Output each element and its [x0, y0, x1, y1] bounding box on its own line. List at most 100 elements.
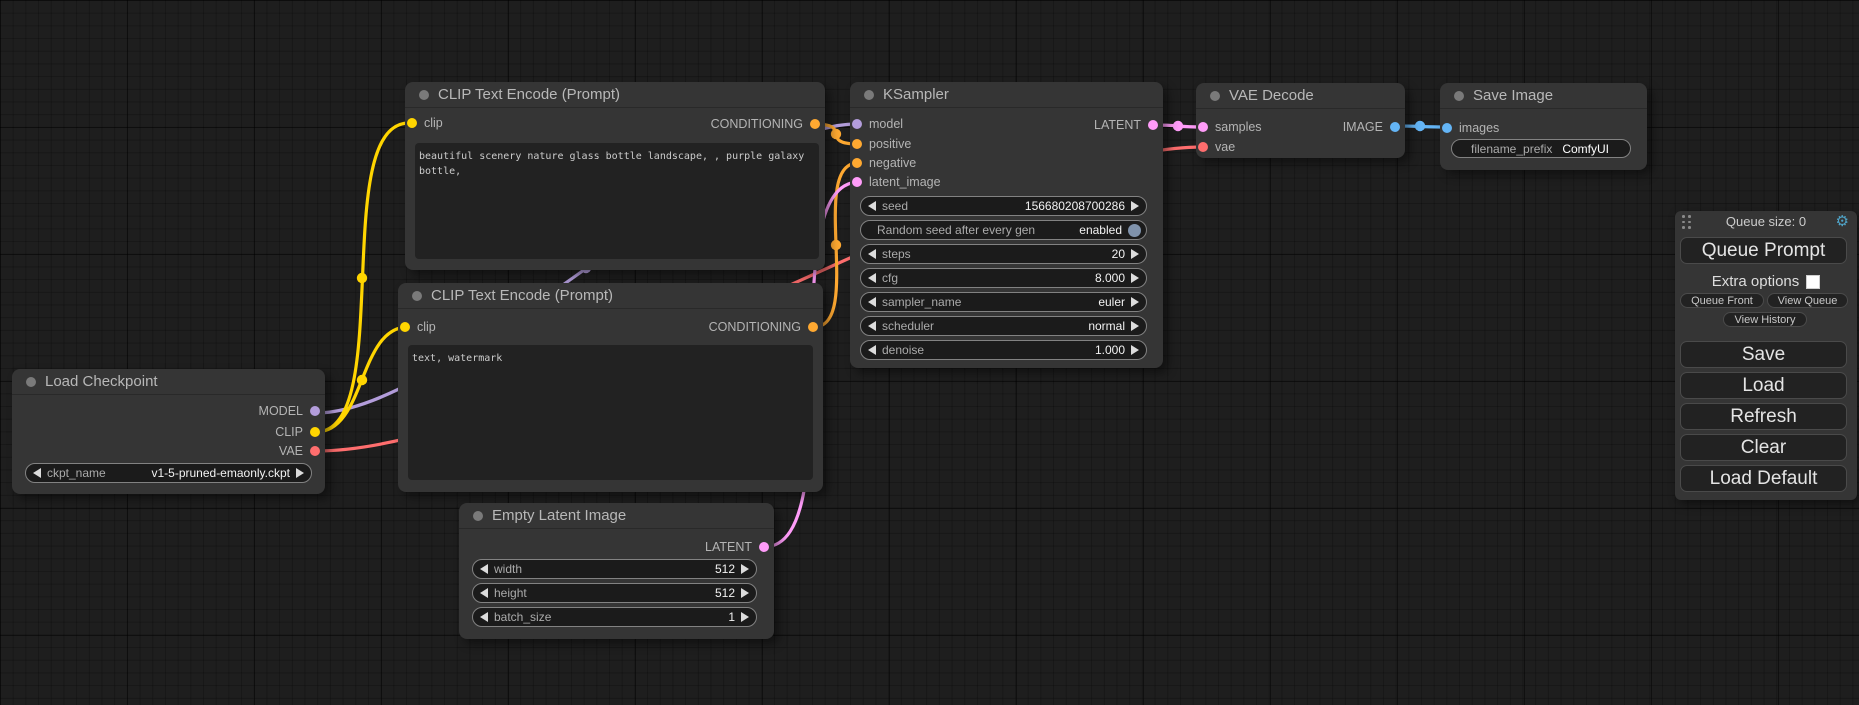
node-vae-decode-header[interactable]: VAE Decode	[1196, 83, 1405, 109]
prev-value-icon[interactable]	[480, 564, 488, 574]
node-vae-decode: VAE Decode samples vae IMAGE	[1196, 83, 1405, 158]
collapse-dot[interactable]	[864, 90, 874, 100]
widget-value: 156680208700286	[1025, 199, 1125, 213]
prev-value-icon[interactable]	[868, 273, 876, 283]
denoise-widget[interactable]: denoise 1.000	[860, 340, 1147, 360]
next-value-icon[interactable]	[741, 564, 749, 574]
load-default-button[interactable]: Load Default	[1680, 465, 1847, 492]
collapse-dot[interactable]	[412, 291, 422, 301]
input-clip: clip	[407, 117, 443, 129]
next-value-icon[interactable]	[1131, 201, 1139, 211]
queue-front-button[interactable]: Queue Front	[1680, 293, 1764, 308]
node-clip-text-encode-negative: CLIP Text Encode (Prompt) clip CONDITION…	[398, 283, 823, 492]
next-value-icon[interactable]	[741, 588, 749, 598]
toggle-icon[interactable]	[1128, 224, 1141, 237]
collapse-dot[interactable]	[1210, 91, 1220, 101]
input-positive-dot[interactable]	[852, 139, 862, 149]
link-dot-cond-negative[interactable]	[831, 240, 841, 250]
collapse-dot[interactable]	[1454, 91, 1464, 101]
input-latent-image: latent_image	[852, 176, 941, 188]
next-value-icon[interactable]	[1131, 249, 1139, 259]
node-empty-latent-header[interactable]: Empty Latent Image	[459, 503, 774, 529]
next-value-icon[interactable]	[296, 468, 304, 478]
negative-prompt-text[interactable]: text, watermark	[408, 345, 813, 480]
prev-value-icon[interactable]	[868, 201, 876, 211]
seed-widget[interactable]: seed 156680208700286	[860, 196, 1147, 216]
height-widget[interactable]: height 512	[472, 583, 757, 603]
input-clip-dot[interactable]	[400, 322, 410, 332]
output-conditioning-dot[interactable]	[808, 322, 818, 332]
node-save-image: Save Image images filename_prefix ComfyU…	[1440, 83, 1647, 170]
output-conditioning-dot[interactable]	[810, 119, 820, 129]
output-clip-dot[interactable]	[310, 427, 320, 437]
output-model-dot[interactable]	[310, 406, 320, 416]
save-button[interactable]: Save	[1680, 341, 1847, 368]
queue-prompt-button[interactable]: Queue Prompt	[1680, 237, 1847, 264]
link-dot-clip-negative[interactable]	[357, 375, 367, 385]
node-title: Load Checkpoint	[45, 373, 158, 390]
input-images-dot[interactable]	[1442, 123, 1452, 133]
load-button[interactable]: Load	[1680, 372, 1847, 399]
node-load-checkpoint-header[interactable]: Load Checkpoint	[12, 369, 325, 395]
collapse-dot[interactable]	[473, 511, 483, 521]
steps-widget[interactable]: steps 20	[860, 244, 1147, 264]
refresh-button[interactable]: Refresh	[1680, 403, 1847, 430]
next-value-icon[interactable]	[1131, 321, 1139, 331]
output-conditioning: CONDITIONING	[709, 321, 818, 333]
node-title: VAE Decode	[1229, 87, 1314, 104]
node-clip-negative-header[interactable]: CLIP Text Encode (Prompt)	[398, 283, 823, 309]
clear-button[interactable]: Clear	[1680, 434, 1847, 461]
widget-label: ckpt_name	[47, 466, 106, 480]
input-samples-label: samples	[1215, 120, 1262, 134]
cfg-widget[interactable]: cfg 8.000	[860, 268, 1147, 288]
output-latent-dot[interactable]	[1148, 120, 1158, 130]
filename-prefix-widget[interactable]: filename_prefix ComfyUI	[1451, 139, 1631, 158]
extra-options-checkbox[interactable]	[1806, 275, 1820, 289]
prev-value-icon[interactable]	[480, 588, 488, 598]
prev-value-icon[interactable]	[868, 249, 876, 259]
node-ksampler-header[interactable]: KSampler	[850, 82, 1163, 108]
prev-value-icon[interactable]	[480, 612, 488, 622]
node-save-image-header[interactable]: Save Image	[1440, 83, 1647, 109]
view-queue-button[interactable]: View Queue	[1767, 293, 1848, 308]
input-model-dot[interactable]	[852, 119, 862, 129]
input-samples-dot[interactable]	[1198, 122, 1208, 132]
prev-value-icon[interactable]	[33, 468, 41, 478]
input-vae-dot[interactable]	[1198, 142, 1208, 152]
ckpt-name-widget[interactable]: ckpt_name v1-5-pruned-emaonly.ckpt	[25, 463, 312, 483]
widget-label: batch_size	[494, 610, 551, 624]
prev-value-icon[interactable]	[868, 321, 876, 331]
collapse-dot[interactable]	[26, 377, 36, 387]
output-vae-dot[interactable]	[310, 446, 320, 456]
node-clip-positive-header[interactable]: CLIP Text Encode (Prompt)	[405, 82, 825, 108]
link-dot-latent-ksampler[interactable]	[1173, 121, 1183, 131]
link-dot-cond-positive[interactable]	[831, 129, 841, 139]
scheduler-widget[interactable]: scheduler normal	[860, 316, 1147, 336]
next-value-icon[interactable]	[741, 612, 749, 622]
prev-value-icon[interactable]	[868, 297, 876, 307]
input-vae-label: vae	[1215, 140, 1235, 154]
sampler-name-widget[interactable]: sampler_name euler	[860, 292, 1147, 312]
input-negative-dot[interactable]	[852, 158, 862, 168]
next-value-icon[interactable]	[1131, 345, 1139, 355]
input-latent-image-dot[interactable]	[852, 177, 862, 187]
output-latent-dot[interactable]	[759, 542, 769, 552]
widget-label: seed	[882, 199, 908, 213]
next-value-icon[interactable]	[1131, 297, 1139, 307]
positive-prompt-text[interactable]: beautiful scenery nature glass bottle la…	[415, 143, 819, 259]
link-dot-image[interactable]	[1415, 121, 1425, 131]
input-clip-dot[interactable]	[407, 118, 417, 128]
output-image-dot[interactable]	[1390, 122, 1400, 132]
collapse-dot[interactable]	[419, 90, 429, 100]
prev-value-icon[interactable]	[868, 345, 876, 355]
view-history-button[interactable]: View History	[1723, 312, 1807, 327]
random-seed-widget[interactable]: Random seed after every gen enabled	[860, 220, 1147, 240]
next-value-icon[interactable]	[1131, 273, 1139, 283]
settings-gear-icon[interactable]: ⚙	[1836, 212, 1849, 230]
output-vae-label: VAE	[279, 444, 303, 458]
comfyui-canvas[interactable]: { "colors": { "model": "#B39DDB", "clip"…	[0, 0, 1859, 705]
link-dot-clip-positive[interactable]	[357, 273, 367, 283]
widget-value: 20	[1112, 247, 1125, 261]
width-widget[interactable]: width 512	[472, 559, 757, 579]
batch-size-widget[interactable]: batch_size 1	[472, 607, 757, 627]
